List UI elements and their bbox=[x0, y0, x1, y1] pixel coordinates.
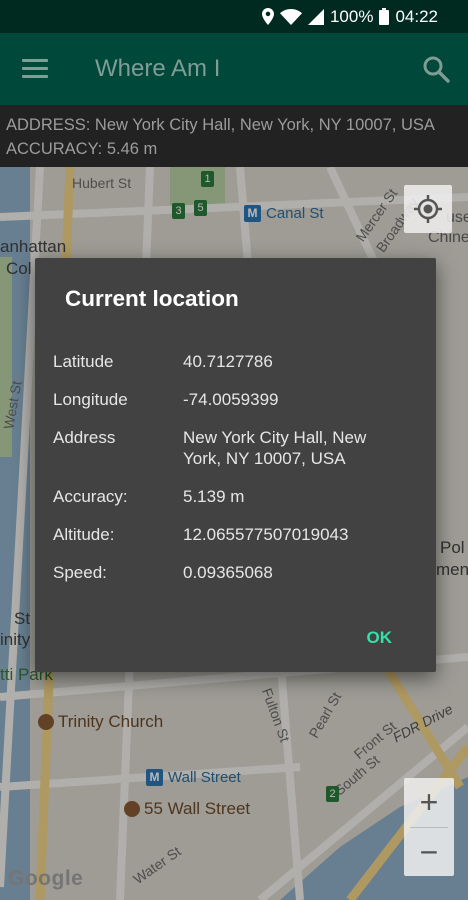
my-location-button[interactable] bbox=[404, 185, 452, 233]
longitude-value: -74.0059399 bbox=[183, 390, 279, 409]
accuracy-value: 5.139 m bbox=[183, 487, 245, 506]
address-label: Address bbox=[53, 428, 116, 447]
zoom-controls: + − bbox=[404, 778, 454, 876]
zoom-in-button[interactable]: + bbox=[404, 778, 454, 827]
address-text: ADDRESS: New York City Hall, New York, N… bbox=[6, 116, 435, 134]
wifi-icon bbox=[279, 8, 302, 25]
signal-icon bbox=[307, 8, 324, 25]
ok-button[interactable]: OK bbox=[367, 628, 393, 648]
accuracy-text: ACCURACY: 5.46 m bbox=[6, 140, 158, 158]
accuracy-label: Accuracy: bbox=[53, 487, 128, 506]
app-title: Where Am I bbox=[95, 55, 221, 82]
address-value: New York City Hall, New York, NY 10007, … bbox=[183, 428, 367, 468]
menu-icon[interactable] bbox=[22, 55, 52, 83]
battery-icon bbox=[379, 8, 390, 25]
speed-label: Speed: bbox=[53, 563, 107, 582]
location-info-strip: ADDRESS: New York City Hall, New York, N… bbox=[0, 105, 468, 167]
status-bar: 100% 04:22 bbox=[0, 0, 468, 33]
battery-percent: 100% bbox=[329, 6, 374, 26]
altitude-value: 12.065577507019043 bbox=[183, 525, 349, 544]
search-icon[interactable] bbox=[422, 55, 450, 83]
latitude-label: Latitude bbox=[53, 352, 114, 371]
dialog-title: Current location bbox=[65, 286, 239, 311]
current-location-dialog: Current location Latitude 40.7127786 Lon… bbox=[35, 258, 436, 672]
clock: 04:22 bbox=[395, 6, 438, 26]
speed-value: 0.09365068 bbox=[183, 563, 273, 582]
latitude-value: 40.7127786 bbox=[183, 352, 273, 371]
altitude-label: Altitude: bbox=[53, 525, 115, 544]
longitude-label: Longitude bbox=[53, 390, 128, 409]
google-logo: Google bbox=[8, 867, 84, 890]
app-bar: Where Am I bbox=[0, 33, 468, 105]
zoom-out-button[interactable]: − bbox=[404, 828, 454, 877]
location-icon bbox=[261, 8, 274, 25]
